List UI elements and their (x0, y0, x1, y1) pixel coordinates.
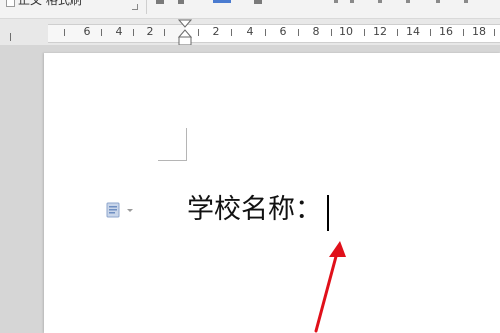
ruler-tick (331, 29, 332, 36)
checkbox[interactable] (6, 0, 15, 7)
ruler-label: 4 (246, 25, 254, 38)
document-page[interactable]: 学校名称： (44, 53, 500, 333)
ruler-tick (364, 29, 365, 36)
group-launcher-icon[interactable] (132, 4, 138, 10)
toolbar-icon[interactable] (350, 0, 354, 3)
font-color-icon[interactable] (213, 0, 231, 3)
ruler-tick (198, 29, 199, 36)
ruler-tick (101, 29, 102, 36)
toolbar-icon[interactable] (254, 0, 262, 4)
margin-corner-mark (158, 128, 187, 161)
ruler-label: 10 (339, 25, 353, 38)
paragraph-menu-icon[interactable] (105, 201, 135, 219)
ruler-label: 2 (212, 25, 220, 38)
ruler-tick (133, 29, 134, 36)
red-arrow-annotation (314, 241, 346, 333)
ruler-tick (494, 29, 495, 36)
ruler-label: 4 (115, 25, 123, 38)
ruler-label: 12 (373, 25, 387, 38)
horizontal-ruler[interactable]: 6 4 2 2 4 6 8 10 12 14 16 18 (0, 19, 500, 45)
toolbar-icon[interactable] (178, 0, 184, 4)
toolbar-icon[interactable] (156, 0, 164, 4)
ruler-label: 2 (146, 25, 154, 38)
ruler-label: 8 (312, 25, 320, 38)
ribbon-toolbar: 正文 格式刷 (0, 0, 500, 19)
ruler-label: 16 (439, 25, 453, 38)
ruler-tick (231, 29, 232, 36)
ruler-tick (463, 29, 464, 36)
toolbar-icon[interactable] (378, 0, 382, 3)
toolbar-separator (146, 0, 147, 14)
ruler-label: 6 (83, 25, 91, 38)
ruler-label: 18 (472, 25, 486, 38)
document-text-line[interactable]: 学校名称： (187, 190, 322, 230)
text-cursor (327, 195, 329, 231)
ruler-tick (397, 29, 398, 36)
document-workspace: 学校名称： (0, 45, 500, 333)
ruler-tick (430, 29, 431, 36)
ruler-tick (64, 29, 65, 36)
ruler-tick (298, 29, 299, 36)
toolbar-icon[interactable] (334, 0, 338, 3)
ruler-label: 6 (279, 25, 287, 38)
toolbar-icon[interactable] (436, 0, 440, 3)
ruler-tick (164, 29, 165, 36)
indent-marker-icon[interactable] (178, 19, 192, 47)
toolbar-icon[interactable] (406, 0, 410, 3)
toolbar-icon[interactable] (464, 0, 468, 3)
ruler-label: 14 (406, 25, 420, 38)
style-label[interactable]: 正文 格式刷 (18, 0, 82, 8)
ruler-tick (10, 33, 11, 41)
ruler-tick (265, 29, 266, 36)
